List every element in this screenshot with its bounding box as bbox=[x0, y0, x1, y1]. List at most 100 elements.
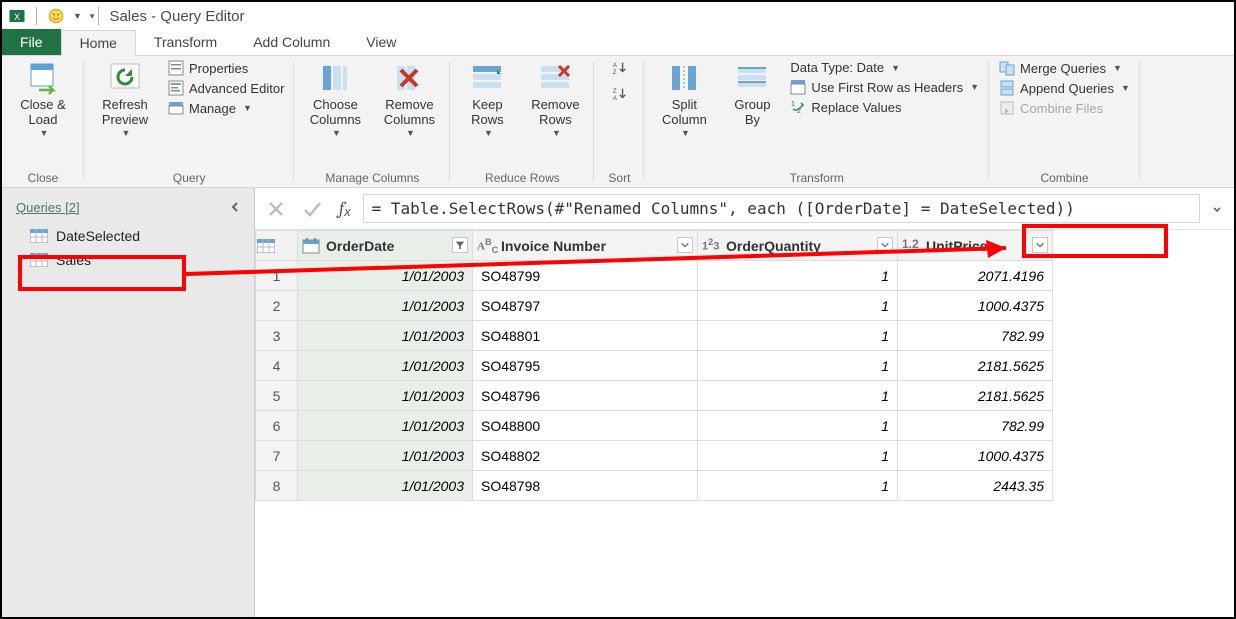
choose-columns-icon bbox=[317, 60, 353, 96]
group-combine: Merge Queries ▼ Append Queries ▼ Combine… bbox=[989, 56, 1140, 187]
cell-orderdate[interactable]: 1/01/2003 bbox=[298, 441, 473, 471]
accept-formula-button[interactable] bbox=[297, 194, 327, 224]
filter-dropdown-icon[interactable] bbox=[677, 237, 693, 253]
cell-invoice[interactable]: SO48800 bbox=[473, 411, 698, 441]
cell-orderqty[interactable]: 1 bbox=[698, 471, 898, 501]
tab-transform[interactable]: Transform bbox=[136, 29, 235, 55]
cell-orderqty[interactable]: 1 bbox=[698, 411, 898, 441]
cell-invoice[interactable]: SO48796 bbox=[473, 381, 698, 411]
cell-unitprice[interactable]: 782.99 bbox=[898, 321, 1053, 351]
table-row[interactable]: 81/01/2003SO4879812443.35 bbox=[256, 471, 1053, 501]
cell-unitprice[interactable]: 2181.5625 bbox=[898, 351, 1053, 381]
filter-applied-icon[interactable] bbox=[452, 237, 468, 253]
cell-orderdate[interactable]: 1/01/2003 bbox=[298, 291, 473, 321]
cell-orderqty[interactable]: 1 bbox=[698, 291, 898, 321]
sort-asc-button[interactable]: AZ bbox=[611, 60, 627, 76]
split-column-icon bbox=[666, 60, 702, 96]
tab-home[interactable]: Home bbox=[61, 30, 136, 56]
tab-view[interactable]: View bbox=[348, 29, 414, 55]
group-by-button[interactable]: Group By bbox=[726, 60, 778, 128]
cell-orderdate[interactable]: 1/01/2003 bbox=[298, 411, 473, 441]
int-type-icon: 123 bbox=[702, 237, 720, 255]
remove-columns-button[interactable]: Remove Columns ▼ bbox=[378, 60, 440, 138]
advanced-editor-button[interactable]: Advanced Editor bbox=[168, 80, 284, 96]
fx-icon[interactable]: fx bbox=[333, 198, 357, 219]
data-grid[interactable]: OrderDate ABC Invoice Number 123 OrderQu… bbox=[255, 230, 1234, 501]
cell-unitprice[interactable]: 1000.4375 bbox=[898, 441, 1053, 471]
rownum-header[interactable] bbox=[256, 231, 298, 261]
cell-invoice[interactable]: SO48802 bbox=[473, 441, 698, 471]
column-header-invoice[interactable]: ABC Invoice Number bbox=[473, 231, 698, 261]
tab-file[interactable]: File bbox=[2, 29, 61, 55]
first-row-headers-button[interactable]: Use First Row as Headers ▼ bbox=[790, 79, 979, 95]
cell-orderqty[interactable]: 1 bbox=[698, 441, 898, 471]
cell-orderdate[interactable]: 1/01/2003 bbox=[298, 471, 473, 501]
row-number[interactable]: 8 bbox=[256, 471, 298, 501]
merge-queries-button[interactable]: Merge Queries ▼ bbox=[999, 60, 1130, 76]
row-number[interactable]: 3 bbox=[256, 321, 298, 351]
queries-header[interactable]: Queries [2] bbox=[16, 200, 80, 215]
data-type-button[interactable]: Data Type: Date ▼ bbox=[790, 60, 979, 75]
qat-smiley-icon[interactable] bbox=[45, 5, 67, 27]
qat-smiley-dropdown-icon[interactable]: ▼ bbox=[73, 11, 82, 21]
cell-unitprice[interactable]: 2443.35 bbox=[898, 471, 1053, 501]
table-row[interactable]: 31/01/2003SO488011782.99 bbox=[256, 321, 1053, 351]
remove-rows-button[interactable]: Remove Rows ▼ bbox=[526, 60, 584, 138]
cell-orderdate[interactable]: 1/01/2003 bbox=[298, 321, 473, 351]
filter-dropdown-icon[interactable] bbox=[1032, 237, 1048, 253]
query-item-sales[interactable]: Sales bbox=[2, 248, 254, 272]
cell-unitprice[interactable]: 782.99 bbox=[898, 411, 1053, 441]
table-row[interactable]: 21/01/2003SO4879711000.4375 bbox=[256, 291, 1053, 321]
column-header-orderdate[interactable]: OrderDate bbox=[298, 231, 473, 261]
row-number[interactable]: 5 bbox=[256, 381, 298, 411]
formula-expand-button[interactable] bbox=[1206, 203, 1228, 215]
sort-desc-button[interactable]: ZA bbox=[611, 86, 627, 102]
cell-orderdate[interactable]: 1/01/2003 bbox=[298, 381, 473, 411]
properties-button[interactable]: Properties bbox=[168, 60, 284, 76]
close-load-button[interactable]: Close & Load ▼ bbox=[12, 60, 74, 138]
cell-invoice[interactable]: SO48797 bbox=[473, 291, 698, 321]
cell-orderdate[interactable]: 1/01/2003 bbox=[298, 351, 473, 381]
row-number[interactable]: 7 bbox=[256, 441, 298, 471]
choose-columns-button[interactable]: Choose Columns ▼ bbox=[304, 60, 366, 138]
table-row[interactable]: 41/01/2003SO4879512181.5625 bbox=[256, 351, 1053, 381]
row-number[interactable]: 2 bbox=[256, 291, 298, 321]
svg-text:X: X bbox=[14, 12, 20, 22]
sidebar-collapse-button[interactable] bbox=[226, 198, 244, 216]
qat-customize-dropdown-icon[interactable]: ▾ bbox=[90, 11, 95, 22]
cell-orderdate[interactable]: 1/01/2003 bbox=[298, 261, 473, 291]
cell-invoice[interactable]: SO48795 bbox=[473, 351, 698, 381]
row-number[interactable]: 6 bbox=[256, 411, 298, 441]
cell-unitprice[interactable]: 2071.4196 bbox=[898, 261, 1053, 291]
replace-values-button[interactable]: 12 Replace Values bbox=[790, 99, 979, 115]
keep-rows-button[interactable]: Keep Rows ▼ bbox=[460, 60, 514, 138]
cell-invoice[interactable]: SO48801 bbox=[473, 321, 698, 351]
column-header-unitprice[interactable]: 1.2 UnitPrice bbox=[898, 231, 1053, 261]
manage-button[interactable]: Manage ▼ bbox=[168, 100, 284, 116]
cell-unitprice[interactable]: 1000.4375 bbox=[898, 291, 1053, 321]
table-row[interactable]: 51/01/2003SO4879612181.5625 bbox=[256, 381, 1053, 411]
cell-unitprice[interactable]: 2181.5625 bbox=[898, 381, 1053, 411]
append-queries-button[interactable]: Append Queries ▼ bbox=[999, 80, 1130, 96]
table-row[interactable]: 71/01/2003SO4880211000.4375 bbox=[256, 441, 1053, 471]
cell-orderqty[interactable]: 1 bbox=[698, 381, 898, 411]
table-icon bbox=[30, 229, 48, 243]
cell-orderqty[interactable]: 1 bbox=[698, 351, 898, 381]
table-row[interactable]: 61/01/2003SO488001782.99 bbox=[256, 411, 1053, 441]
tab-add-column[interactable]: Add Column bbox=[235, 29, 348, 55]
cell-invoice[interactable]: SO48799 bbox=[473, 261, 698, 291]
filter-dropdown-icon[interactable] bbox=[877, 237, 893, 253]
group-sort: AZ ZA Sort bbox=[594, 56, 644, 187]
query-item-dateselected[interactable]: DateSelected bbox=[2, 224, 254, 248]
cell-invoice[interactable]: SO48798 bbox=[473, 471, 698, 501]
column-header-orderqty[interactable]: 123 OrderQuantity bbox=[698, 231, 898, 261]
formula-input[interactable]: = Table.SelectRows(#"Renamed Columns", e… bbox=[363, 194, 1200, 223]
cancel-formula-button[interactable] bbox=[261, 194, 291, 224]
row-number[interactable]: 1 bbox=[256, 261, 298, 291]
cell-orderqty[interactable]: 1 bbox=[698, 261, 898, 291]
table-row[interactable]: 11/01/2003SO4879912071.4196 bbox=[256, 261, 1053, 291]
row-number[interactable]: 4 bbox=[256, 351, 298, 381]
refresh-preview-button[interactable]: Refresh Preview ▼ bbox=[94, 60, 156, 138]
split-column-button[interactable]: Split Column ▼ bbox=[654, 60, 714, 138]
cell-orderqty[interactable]: 1 bbox=[698, 321, 898, 351]
